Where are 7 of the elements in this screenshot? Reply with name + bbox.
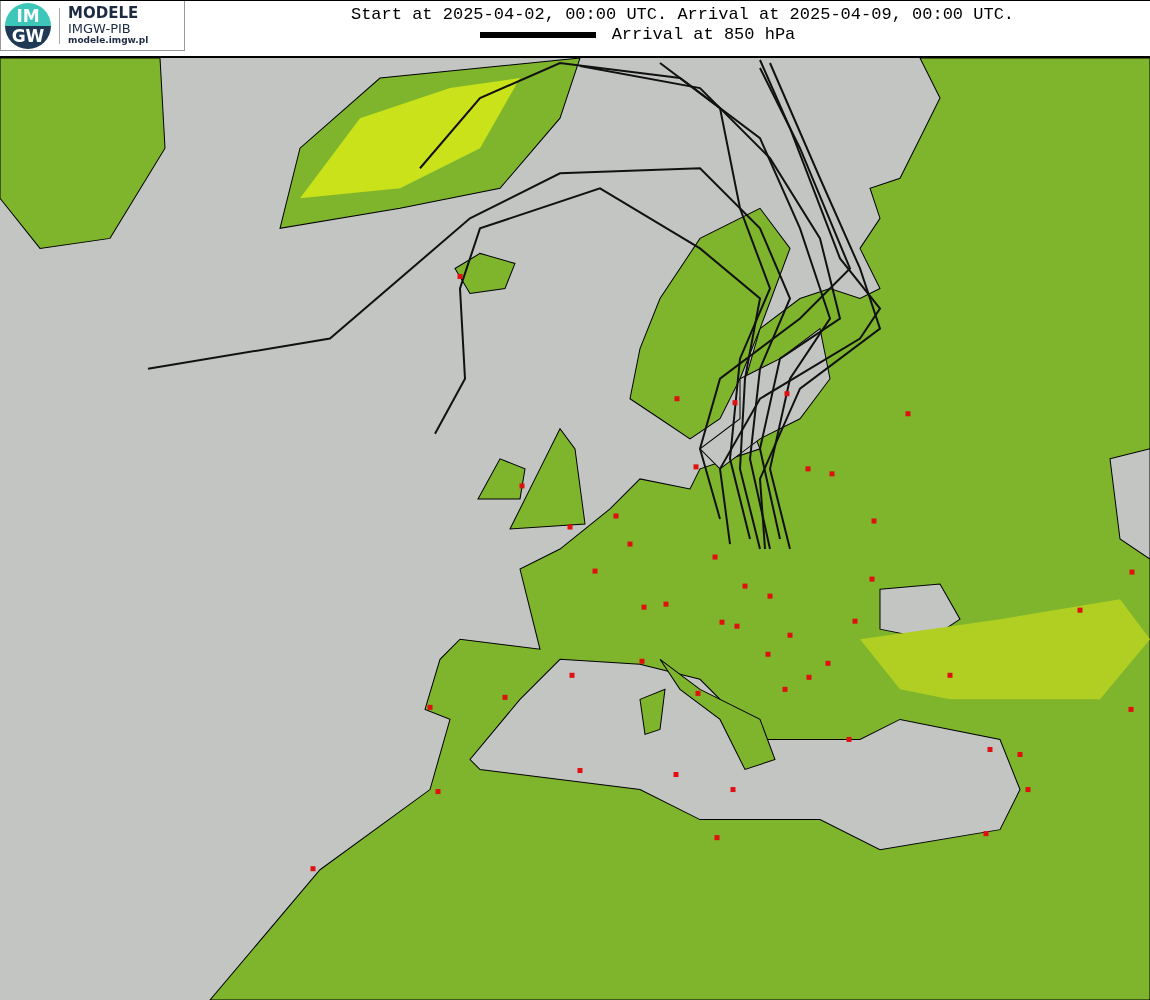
map-title: Start at 2025-04-02, 00:00 UTC. Arrival at 2025-04-09, 00:00 UTC.: [350, 5, 1015, 25]
logo-mark-text: IM: [16, 5, 40, 26]
logo-url: modele.imgw.pl: [68, 35, 149, 46]
logo-name: MODELE: [68, 5, 140, 22]
legend-label: Arrival at 850 hPa: [611, 25, 796, 45]
logo-mark-text: GW: [11, 25, 45, 46]
logo-org: IMGW-PIB: [68, 21, 132, 36]
